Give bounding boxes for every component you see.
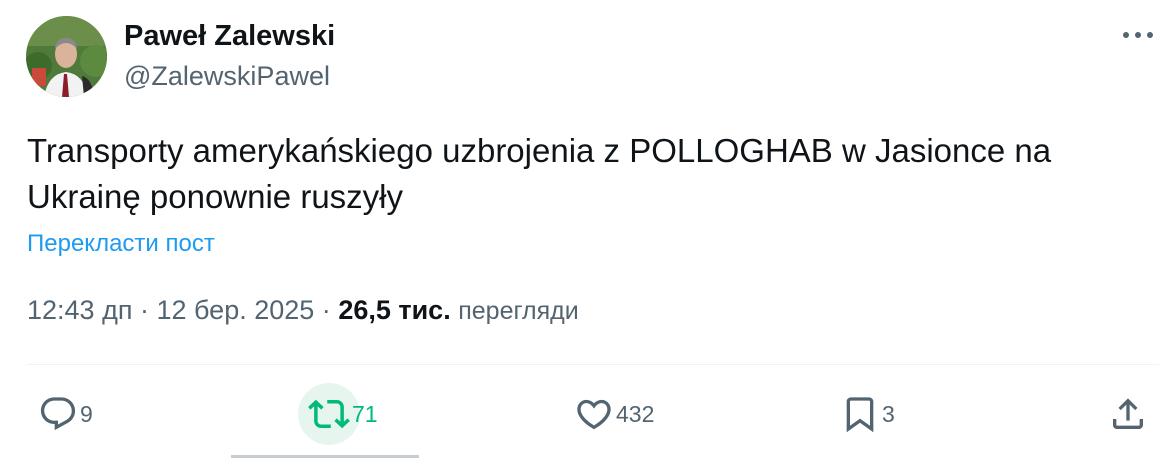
avatar-image xyxy=(26,16,107,97)
heart-icon xyxy=(566,386,622,442)
share-icon xyxy=(1100,386,1156,442)
tweet-text: Transporty amerykańskiego uzbrojenia z P… xyxy=(27,132,1052,215)
translate-post-link[interactable]: Перекласти пост xyxy=(27,230,215,258)
views-label: перегляди xyxy=(458,297,579,325)
divider xyxy=(27,364,1159,365)
repost-icon xyxy=(298,383,360,445)
views-count[interactable]: 26,5 тис. xyxy=(338,295,450,325)
tweet-meta: 12:43 дп · 12 бер. 2025 · 26,5 тис. пере… xyxy=(27,295,579,326)
tweet-time[interactable]: 12:43 дп xyxy=(27,295,132,325)
share-button[interactable] xyxy=(1100,386,1156,442)
meta-separator: · xyxy=(321,295,331,325)
repost-button[interactable]: 71 xyxy=(298,383,378,445)
tweet-date[interactable]: 12 бер. 2025 xyxy=(156,295,314,325)
more-options-button[interactable] xyxy=(1116,18,1160,52)
reply-icon xyxy=(30,386,86,442)
reply-count: 9 xyxy=(80,400,93,427)
like-count: 432 xyxy=(616,400,655,427)
bookmark-button[interactable]: 3 xyxy=(832,386,895,442)
reply-button[interactable]: 9 xyxy=(30,386,93,442)
more-dots-icon xyxy=(1123,32,1153,38)
avatar[interactable] xyxy=(26,16,107,97)
author-name[interactable]: Paweł Zalewski xyxy=(124,20,335,53)
like-button[interactable]: 432 xyxy=(566,386,654,442)
bookmark-icon xyxy=(832,386,888,442)
author-handle[interactable]: @ZalewskiPawel xyxy=(124,61,330,92)
repost-count: 71 xyxy=(352,400,378,427)
meta-separator: · xyxy=(139,295,149,325)
bookmark-count: 3 xyxy=(882,400,895,427)
